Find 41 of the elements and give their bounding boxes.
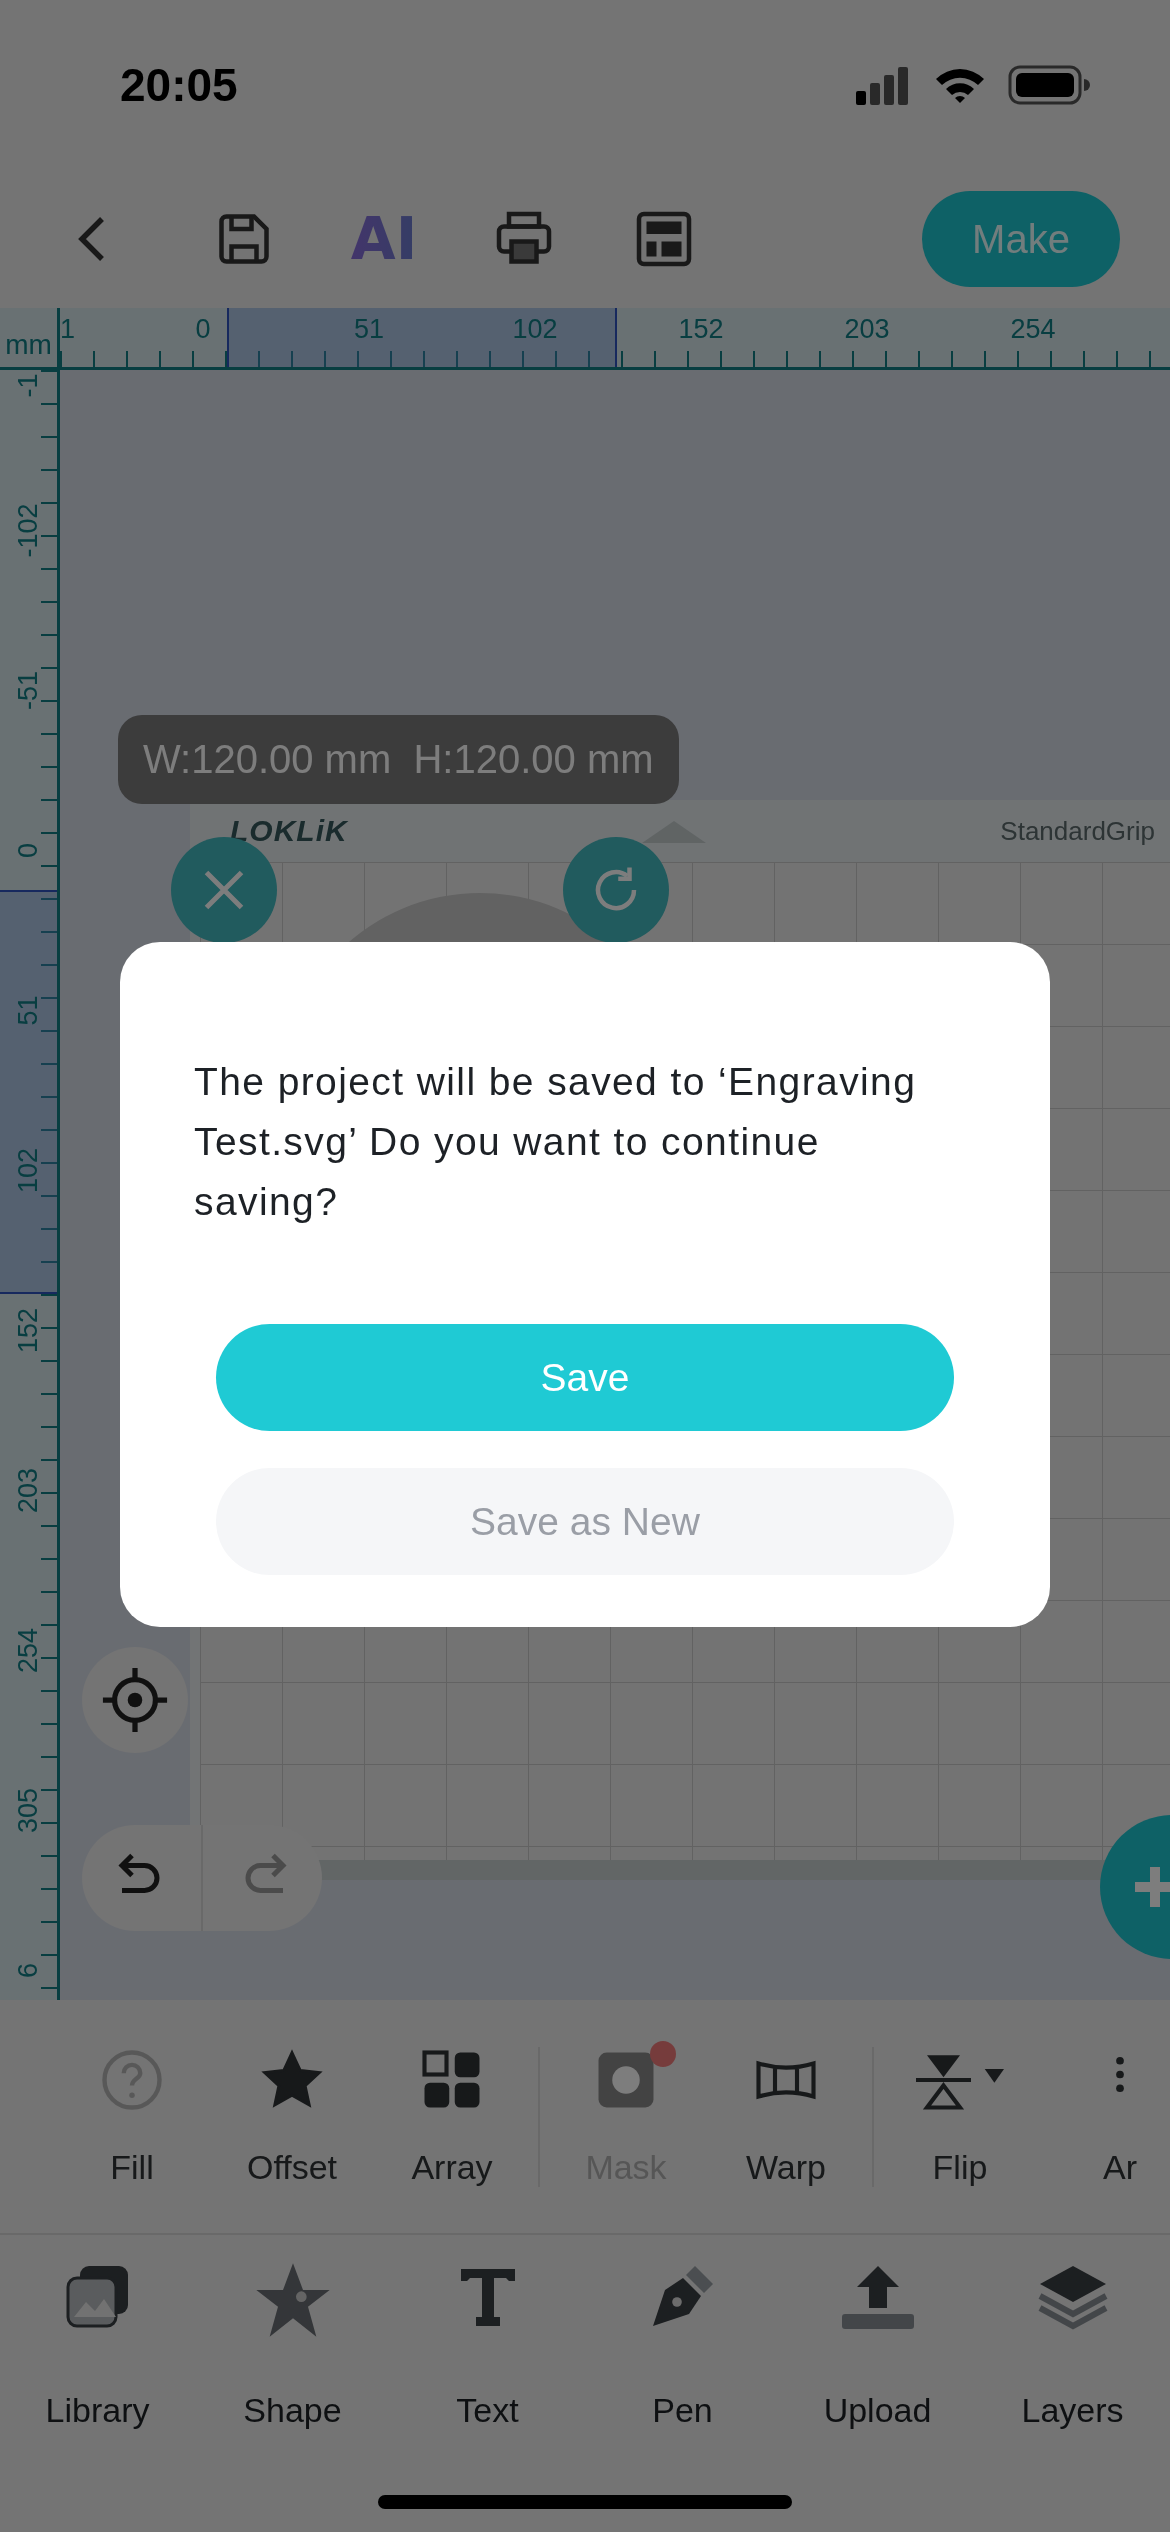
ruler-label: 254 [13, 1627, 44, 1673]
ruler-label: -102 [13, 503, 44, 557]
ruler-label: 51 [13, 995, 44, 1025]
mat-type: StandardGrip [1000, 815, 1155, 847]
nav-item[interactable]: Layers [975, 2260, 1170, 2430]
ruler-label: 0 [13, 842, 44, 858]
edit-tool[interactable]: Ar [1040, 2036, 1170, 2197]
save-button[interactable]: Save [216, 1324, 954, 1431]
ruler-label: 6 [13, 1962, 44, 1978]
nav-item[interactable]: Upload [780, 2260, 975, 2430]
ruler-label: 1 [60, 313, 77, 346]
battery-icon [1008, 65, 1090, 105]
ruler-label: 102 [13, 1147, 44, 1193]
mat-logo: LOKLiK [230, 814, 348, 848]
dimension-tooltip: W:120.00 mm H:120.00 mm [118, 715, 679, 804]
ruler-unit: mm [0, 308, 60, 370]
ruler-label: 0 [194, 313, 212, 346]
edit-tool[interactable]: Flip [880, 2036, 1040, 2197]
nav-item[interactable]: Shape [195, 2260, 390, 2430]
ruler-label: 305 [13, 1787, 44, 1833]
edit-tool[interactable]: Array [372, 2036, 532, 2197]
crosshair-icon [100, 1665, 170, 1735]
edit-tool[interactable]: Warp [706, 2036, 866, 2197]
nav-item[interactable]: Text [390, 2260, 585, 2430]
ruler-label: -51 [13, 670, 44, 710]
status-time: 20:05 [120, 58, 238, 112]
edit-tool[interactable]: Fill [52, 2036, 212, 2197]
ruler-label: 152 [13, 1307, 44, 1353]
ruler-label: 254 [1009, 313, 1057, 346]
ruler-label: 152 [677, 313, 725, 346]
ruler-label: -1 [13, 373, 44, 397]
layout-panel-icon [634, 209, 694, 269]
ruler-label: 51 [352, 313, 385, 346]
nav-item[interactable]: Pen [585, 2260, 780, 2430]
dialog-message: The project will be saved to ‘Engraving Test.svg’ Do you want to continue saving? [194, 1059, 918, 1225]
save-as-new-button[interactable]: Save as New [216, 1468, 954, 1575]
nav-item[interactable]: Library [0, 2260, 195, 2430]
ruler-label: 203 [843, 313, 891, 346]
ruler-label: 203 [13, 1467, 44, 1513]
ruler-label: 102 [511, 313, 559, 346]
edit-tool[interactable]: Offset [212, 2036, 372, 2197]
